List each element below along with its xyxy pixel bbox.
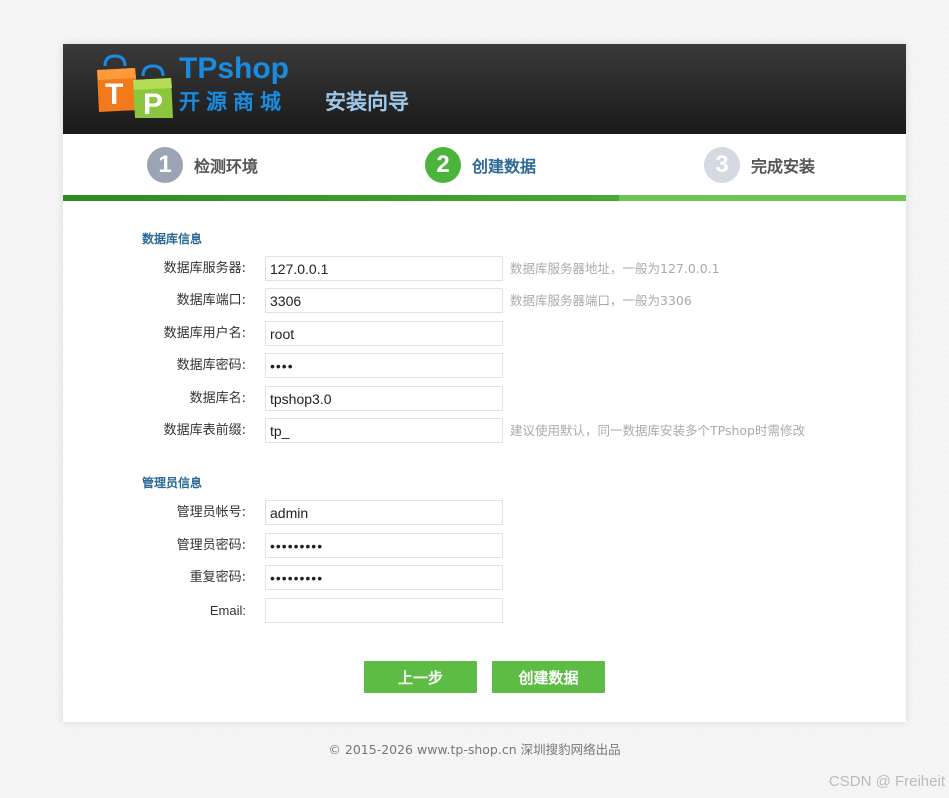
- csdn-watermark: CSDN @ Freiheit: [828, 773, 945, 790]
- step-label: 检测环境: [194, 157, 259, 176]
- install-wizard-panel: T P TPshop 开源商城 安装向导 1 检测环境 2 创建数据 3 完成安…: [63, 44, 906, 722]
- db-prefix-input[interactable]: [265, 418, 503, 443]
- admin-password-input[interactable]: [265, 533, 503, 558]
- admin-account-input[interactable]: [265, 500, 503, 525]
- db-user-input[interactable]: [265, 321, 503, 346]
- db-port-input[interactable]: [265, 288, 503, 313]
- step-complete-install: 3 完成安装: [704, 147, 815, 183]
- step-label: 完成安装: [751, 157, 816, 176]
- db-port-hint: 数据库服务器端口，一般为3306: [510, 293, 692, 308]
- progress-bar: [63, 195, 906, 201]
- db-user-row: 数据库用户名:: [63, 321, 906, 346]
- create-data-button[interactable]: 创建数据: [492, 661, 605, 693]
- admin-repeat-password-label: 重复密码:: [189, 570, 246, 585]
- db-name-input[interactable]: [265, 386, 503, 411]
- db-prefix-label: 数据库表前缀:: [163, 423, 246, 438]
- db-prefix-row: 数据库表前缀: 建议使用默认，同一数据库安装多个TPshop时需修改: [63, 418, 906, 443]
- step-number: 2: [425, 147, 461, 183]
- database-section-title: 数据库信息: [142, 232, 203, 246]
- brand-name-cn: 开源商城: [179, 90, 287, 114]
- wizard-header: T P TPshop 开源商城 安装向导: [63, 44, 906, 134]
- admin-password-row: 管理员密码:: [63, 533, 906, 558]
- db-user-label: 数据库用户名:: [163, 326, 246, 341]
- svg-text:T: T: [105, 78, 123, 111]
- admin-account-label: 管理员帐号:: [176, 505, 246, 520]
- brand-name-en: TPshop: [179, 52, 289, 85]
- db-password-row: 数据库密码:: [63, 353, 906, 378]
- db-name-row: 数据库名:: [63, 386, 906, 411]
- step-check-environment: 1 检测环境: [147, 147, 258, 183]
- db-port-label: 数据库端口:: [176, 293, 246, 308]
- db-password-label: 数据库密码:: [176, 358, 246, 373]
- page-title: 安装向导: [325, 90, 409, 114]
- admin-password-label: 管理员密码:: [176, 538, 246, 553]
- db-server-hint: 数据库服务器地址，一般为127.0.0.1: [510, 261, 720, 276]
- step-label: 创建数据: [472, 157, 537, 176]
- db-server-label: 数据库服务器:: [163, 261, 246, 276]
- step-number: 1: [147, 147, 183, 183]
- admin-account-row: 管理员帐号:: [63, 500, 906, 525]
- admin-section-title: 管理员信息: [142, 476, 203, 490]
- admin-email-label: Email:: [209, 603, 246, 618]
- admin-repeat-password-row: 重复密码:: [63, 565, 906, 590]
- admin-email-input[interactable]: [265, 598, 503, 623]
- prev-step-button[interactable]: 上一步: [364, 661, 477, 693]
- db-name-label: 数据库名:: [189, 391, 246, 406]
- db-port-row: 数据库端口: 数据库服务器端口，一般为3306: [63, 288, 906, 313]
- db-prefix-hint: 建议使用默认，同一数据库安装多个TPshop时需修改: [510, 423, 805, 438]
- db-server-input[interactable]: [265, 256, 503, 281]
- step-number: 3: [704, 147, 740, 183]
- db-server-row: 数据库服务器: 数据库服务器地址，一般为127.0.0.1: [63, 256, 906, 281]
- progress-bar-fill: [63, 195, 619, 201]
- step-create-data: 2 创建数据: [425, 147, 536, 183]
- admin-repeat-password-input[interactable]: [265, 565, 503, 590]
- svg-text:P: P: [143, 88, 163, 118]
- admin-email-row: Email:: [63, 598, 906, 623]
- db-password-input[interactable]: [265, 353, 503, 378]
- footer-copyright: © 2015-2026 www.tp-shop.cn 深圳搜豹网络出品: [328, 742, 621, 757]
- wizard-steps: 1 检测环境 2 创建数据 3 完成安装: [63, 134, 906, 196]
